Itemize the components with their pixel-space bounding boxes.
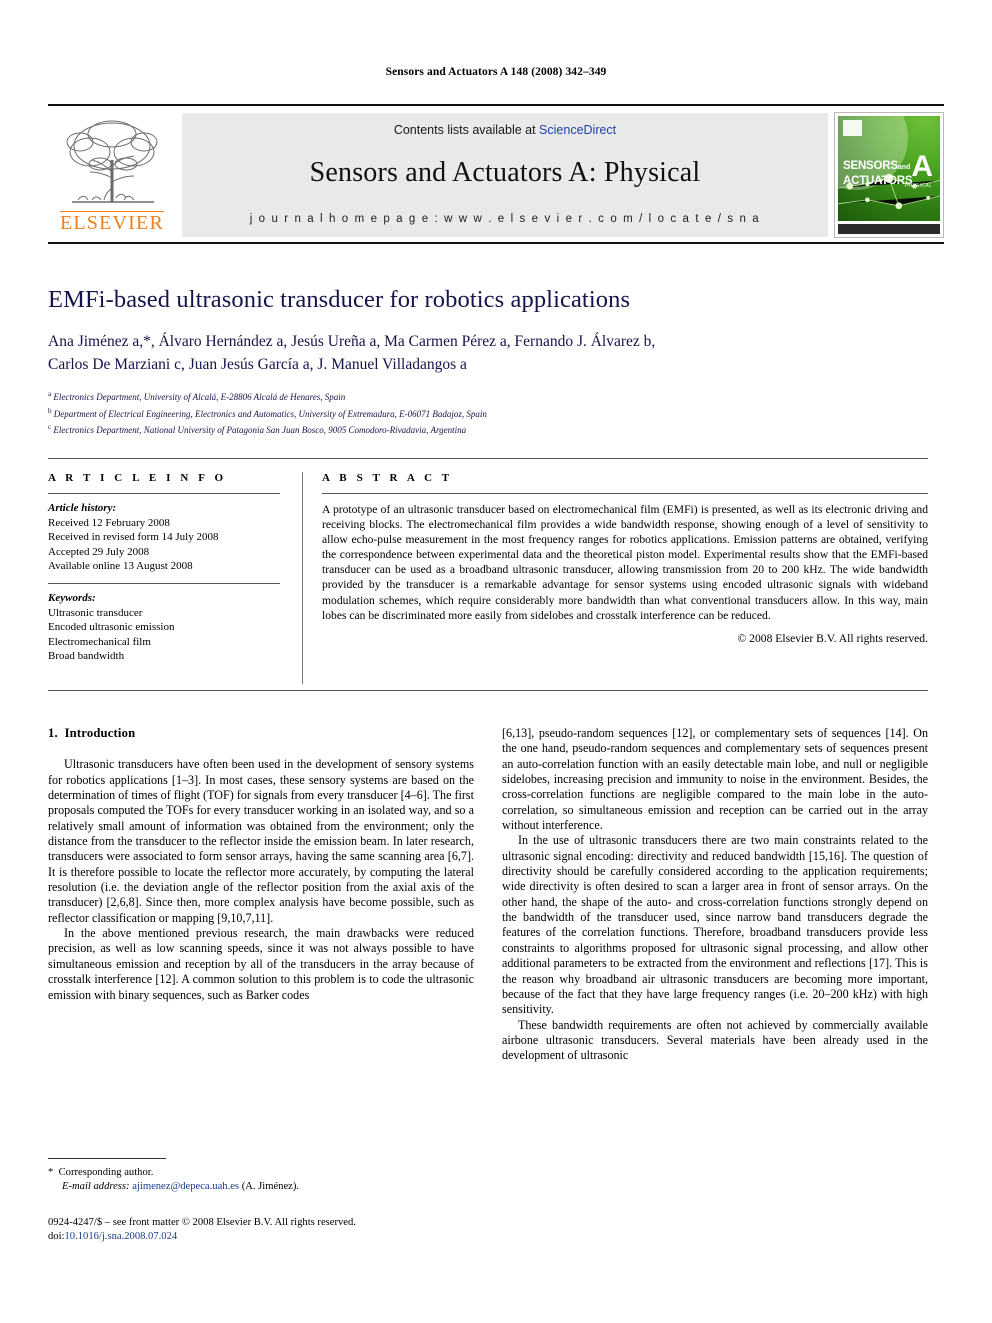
affiliation-text: Department of Electrical Engineering, El… — [53, 408, 487, 419]
article-history-label: Article history: — [48, 502, 117, 514]
email-owner: (A. Jiménez). — [241, 1181, 300, 1192]
history-item: Accepted 29 July 2008 — [48, 545, 150, 558]
section-heading-introduction: 1. Introduction — [48, 726, 474, 741]
body-paragraph: In the above mentioned previous research… — [48, 926, 474, 1002]
author-list: Ana Jiménez a,*, Álvaro Hernández a, Jes… — [48, 330, 938, 376]
front-matter-line: 0924-4247/$ – see front matter © 2008 El… — [48, 1217, 356, 1228]
affiliation-text: Electronics Department, University of Al… — [53, 392, 346, 402]
body-column-left: 1. Introduction Ultrasonic transducers h… — [48, 726, 474, 1003]
section-number: 1. — [48, 726, 58, 740]
cover-bottom-bar — [838, 224, 940, 234]
abstract-heading: A B S T R A C T — [322, 472, 453, 484]
keywords-label: Keywords: — [48, 591, 96, 604]
author-line-1: Ana Jiménez a,*, Álvaro Hernández a, Jes… — [48, 333, 656, 350]
info-band-top-rule — [48, 458, 928, 459]
page-footer: 0924-4247/$ – see front matter © 2008 El… — [48, 1216, 648, 1244]
cover-artwork: SENSORSand ACTUATORS A PHYSICAL — [838, 116, 940, 221]
keyword-item: Electromechanical film — [48, 635, 151, 648]
keyword-item: Encoded ultrasonic emission — [48, 621, 175, 634]
running-head: Sensors and Actuators A 148 (2008) 342–3… — [385, 66, 607, 78]
history-item: Available online 13 August 2008 — [48, 560, 193, 573]
doi-line: doi:10.1016/j.sna.2008.07.024 — [48, 1230, 648, 1244]
page-title: EMFi-based ultrasonic transducer for rob… — [48, 286, 631, 313]
paper-page: Sensors and Actuators A 148 (2008) 342–3… — [0, 0, 992, 1323]
history-item: Received 12 February 2008 — [48, 516, 170, 529]
body-paragraph: In the use of ultrasonic transducers the… — [502, 833, 928, 1017]
info-abstract-divider — [302, 472, 303, 684]
article-info-rule — [48, 493, 280, 494]
author-line-2: Carlos De Marziani c, Juan Jesús García … — [48, 356, 467, 373]
body-paragraph: These bandwidth requirements are often n… — [502, 1017, 928, 1063]
abstract-column: A B S T R A C T A prototype of an ultras… — [322, 472, 928, 645]
section-title: Introduction — [64, 726, 136, 740]
body-paragraph: Ultrasonic transducers have often been u… — [48, 757, 474, 925]
article-history-block: Article history: Received 12 February 20… — [48, 501, 280, 574]
cover-subtitle: PHYSICAL — [904, 183, 932, 189]
affiliation-item: b Department of Electrical Engineering, … — [48, 405, 938, 422]
affiliation-text: Electronics Department, National Univers… — [53, 425, 467, 435]
abstract-text: A prototype of an ultrasonic transducer … — [322, 503, 928, 622]
keywords-block: Keywords: Ultrasonic transducer Encoded … — [48, 591, 280, 664]
corresponding-author-footnote: * Corresponding author. E-mail address: … — [48, 1158, 474, 1194]
cover-volume-letter: A — [911, 150, 933, 183]
sciencedirect-link[interactable]: ScienceDirect — [539, 123, 616, 137]
corresponding-author-label: Corresponding author. — [58, 1167, 154, 1178]
elsevier-logo: ELSEVIER — [48, 110, 176, 240]
body-paragraph: [6,13], pseudo-random sequences [12], or… — [502, 726, 928, 833]
footnote-rule — [48, 1158, 166, 1159]
history-item: Received in revised form 14 July 2008 — [48, 531, 219, 544]
article-info-heading: A R T I C L E I N F O — [48, 472, 227, 484]
journal-cover-thumbnail: SENSORSand ACTUATORS A PHYSICAL — [834, 112, 944, 238]
affiliation-marker: b — [48, 406, 52, 415]
journal-homepage[interactable]: j o u r n a l h o m e p a g e : w w w . … — [250, 213, 761, 225]
affiliation-marker: c — [48, 423, 52, 431]
affiliation-marker: a — [48, 390, 52, 398]
abstract-copyright: © 2008 Elsevier B.V. All rights reserved… — [737, 631, 928, 645]
doi-label: doi: — [48, 1231, 65, 1242]
affiliation-item: c Electronics Department, National Unive… — [48, 421, 938, 438]
email-address-label: E-mail address: — [62, 1181, 130, 1192]
journal-masthead: ELSEVIER Contents lists available at Sci… — [48, 104, 944, 244]
footnote-star: * — [48, 1167, 54, 1178]
affiliation-list: a Electronics Department, University of … — [48, 388, 938, 438]
article-info-column: A R T I C L E I N F O Article history: R… — [48, 472, 280, 664]
affiliation-item: a Electronics Department, University of … — [48, 388, 938, 405]
keyword-item: Ultrasonic transducer — [48, 606, 143, 619]
cover-line1: SENSORS — [843, 160, 898, 172]
contents-available-line: Contents lists available at ScienceDirec… — [394, 123, 616, 137]
elsevier-tree-icon — [66, 120, 158, 203]
doi-link[interactable]: 10.1016/j.sna.2008.07.024 — [64, 1231, 177, 1242]
footnote-body: * Corresponding author. E-mail address: … — [48, 1166, 474, 1194]
contents-prefix: Contents lists available at — [393, 123, 540, 137]
abstract-rule — [322, 493, 928, 494]
journal-title: Sensors and Actuators A: Physical — [309, 157, 701, 188]
cover-line1-small: and — [897, 164, 911, 171]
cover-line2: ACTUATORS — [843, 174, 913, 187]
journal-band: Contents lists available at ScienceDirec… — [182, 113, 828, 237]
elsevier-wordmark: ELSEVIER — [59, 211, 165, 234]
keywords-rule — [48, 582, 280, 584]
cover-title-text: SENSORSand ACTUATORS — [843, 160, 913, 187]
email-link[interactable]: ajimenez@depeca.uah.es — [132, 1181, 239, 1192]
body-column-right: [6,13], pseudo-random sequences [12], or… — [502, 726, 928, 1064]
keyword-item: Broad bandwidth — [48, 650, 125, 663]
info-band-bottom-rule — [48, 690, 928, 691]
